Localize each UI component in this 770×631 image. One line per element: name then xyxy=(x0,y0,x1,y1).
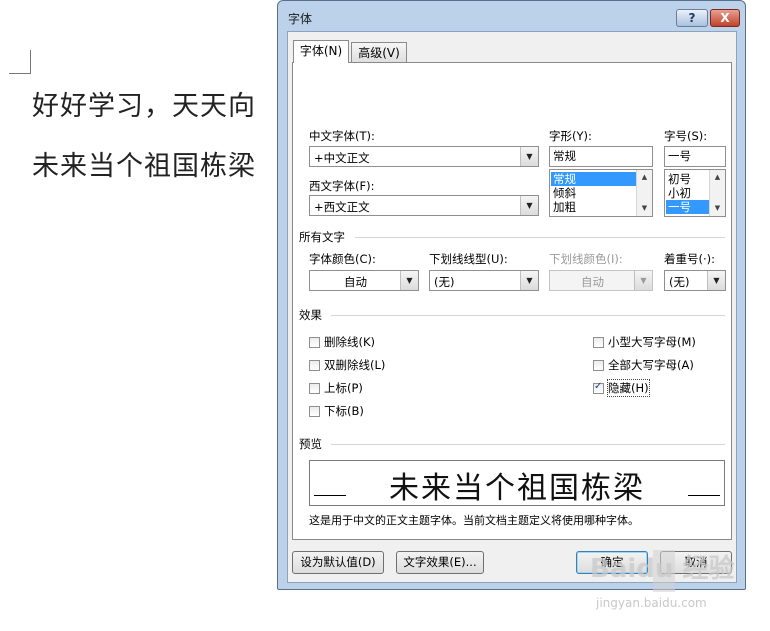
tab-advanced[interactable]: 高级(V) xyxy=(351,42,407,63)
scroll-down-icon[interactable]: ▼ xyxy=(637,201,652,216)
all-caps-label: 全部大写字母(A) xyxy=(608,358,694,372)
close-button[interactable]: X xyxy=(710,9,740,27)
preview-box: 未来当个祖国栋梁 xyxy=(309,460,725,506)
preview-section-label: 预览 xyxy=(299,437,322,451)
chinese-font-label: 中文字体(T): xyxy=(309,129,375,143)
chevron-down-icon[interactable]: ▼ xyxy=(520,271,538,290)
preview-sample-text: 未来当个祖国栋梁 xyxy=(389,471,645,506)
font-style-input[interactable]: 常规 xyxy=(549,146,653,167)
scroll-down-icon[interactable]: ▼ xyxy=(710,201,725,216)
watermark-url: jingyan.baidu.com xyxy=(596,596,707,610)
effects-section-label: 效果 xyxy=(299,308,322,322)
western-font-select[interactable]: +西文正文 ▼ xyxy=(309,195,539,216)
underline-color-value: 自动 xyxy=(581,275,604,289)
font-style-option[interactable]: 加粗 xyxy=(551,200,637,214)
preview-description: 这是用于中文的正文主题字体。当前文档主题定义将使用哪种字体。 xyxy=(309,514,639,527)
subscript-label: 下标(B) xyxy=(324,404,364,418)
font-dialog: 字体 ? X 字体(N) 高级(V) 中文字体(T): +中文正文 ▼ 西文字体… xyxy=(277,0,746,590)
tab-page-font: 中文字体(T): +中文正文 ▼ 西文字体(F): +西文正文 ▼ 字形(Y):… xyxy=(292,62,732,540)
watermark-brand: Baidu 经验 xyxy=(590,554,735,584)
set-default-button[interactable]: 设为默认值(D) xyxy=(292,551,384,574)
underline-color-label: 下划线颜色(I): xyxy=(549,252,623,266)
font-color-value: 自动 xyxy=(344,275,367,289)
crop-mark-horizontal xyxy=(9,73,31,74)
chinese-font-select[interactable]: +中文正文 ▼ xyxy=(309,146,539,167)
emphasis-select[interactable]: (无) ▼ xyxy=(664,270,726,291)
checkbox-box[interactable] xyxy=(309,336,320,348)
checkbox-box[interactable] xyxy=(309,359,320,371)
checkbox-box[interactable] xyxy=(593,336,604,348)
font-size-input[interactable]: 一号 xyxy=(664,146,726,167)
font-size-option[interactable]: 一号 xyxy=(666,200,710,214)
underline-style-value: (无) xyxy=(434,275,455,289)
chevron-down-icon: ▼ xyxy=(634,271,652,290)
all-caps-checkbox[interactable]: 全部大写字母(A) xyxy=(593,357,694,373)
font-color-label: 字体颜色(C): xyxy=(309,252,376,266)
all-text-section-label: 所有文字 xyxy=(299,230,345,244)
double-strikethrough-label: 双删除线(L) xyxy=(324,358,386,372)
section-divider xyxy=(331,315,725,316)
chevron-down-icon[interactable]: ▼ xyxy=(400,271,418,290)
western-font-value: +西文正文 xyxy=(314,200,370,214)
document-line-1: 好好学习，天天向 xyxy=(32,91,256,122)
small-caps-checkbox[interactable]: 小型大写字母(M) xyxy=(593,334,696,350)
font-size-option[interactable]: 初号 xyxy=(666,172,710,186)
strikethrough-checkbox[interactable]: 删除线(K) xyxy=(309,334,375,350)
chevron-down-icon[interactable]: ▼ xyxy=(520,196,538,215)
strikethrough-label: 删除线(K) xyxy=(324,335,376,349)
checkbox-box[interactable] xyxy=(593,359,604,371)
document-line-2: 未来当个祖国栋梁 xyxy=(32,151,256,182)
preview-underline-right xyxy=(688,495,720,496)
scrollbar[interactable]: ▲ ▼ xyxy=(709,170,725,216)
font-color-select[interactable]: 自动 ▼ xyxy=(309,270,419,291)
dialog-title: 字体 xyxy=(288,12,313,26)
section-divider xyxy=(331,444,725,445)
superscript-checkbox[interactable]: 上标(P) xyxy=(309,380,363,396)
checkbox-box[interactable] xyxy=(309,382,320,394)
checkbox-box[interactable] xyxy=(309,405,320,417)
font-size-label: 字号(S): xyxy=(664,129,708,143)
font-style-option[interactable]: 常规 xyxy=(551,172,637,186)
text-effects-button[interactable]: 文字效果(E)... xyxy=(396,551,484,574)
checkmark-icon: ✓ xyxy=(594,380,603,392)
emphasis-label: 着重号(·): xyxy=(664,252,716,266)
help-button[interactable]: ? xyxy=(676,9,708,27)
scrollbar[interactable]: ▲ ▼ xyxy=(636,170,652,216)
emphasis-value: (无) xyxy=(669,275,690,289)
checkbox-box[interactable]: ✓ xyxy=(593,380,604,394)
font-style-label: 字形(Y): xyxy=(549,129,592,143)
western-font-label: 西文字体(F): xyxy=(309,179,375,193)
underline-color-select: 自动 ▼ xyxy=(549,270,653,291)
chinese-font-value: +中文正文 xyxy=(314,151,370,165)
underline-style-label: 下划线线型(U): xyxy=(429,252,508,266)
font-style-list[interactable]: 常规 倾斜 加粗 ▲ ▼ xyxy=(549,169,653,217)
subscript-checkbox[interactable]: 下标(B) xyxy=(309,403,364,419)
hidden-label: 隐藏(H) xyxy=(607,379,650,397)
font-style-option[interactable]: 倾斜 xyxy=(551,186,637,200)
section-divider xyxy=(355,237,725,238)
tab-font[interactable]: 字体(N) xyxy=(293,40,349,63)
superscript-label: 上标(P) xyxy=(324,381,363,395)
chevron-down-icon[interactable]: ▼ xyxy=(707,271,725,290)
hidden-checkbox[interactable]: ✓ 隐藏(H) xyxy=(593,379,650,397)
scroll-up-icon[interactable]: ▲ xyxy=(710,170,725,185)
chevron-down-icon[interactable]: ▼ xyxy=(520,147,538,166)
scroll-up-icon[interactable]: ▲ xyxy=(637,170,652,185)
font-size-option[interactable]: 小初 xyxy=(666,186,710,200)
font-size-list[interactable]: 初号 小初 一号 ▲ ▼ xyxy=(664,169,726,217)
double-strikethrough-checkbox[interactable]: 双删除线(L) xyxy=(309,357,385,373)
underline-style-select[interactable]: (无) ▼ xyxy=(429,270,539,291)
dialog-client: 字体(N) 高级(V) 中文字体(T): +中文正文 ▼ 西文字体(F): +西… xyxy=(287,31,737,583)
small-caps-label: 小型大写字母(M) xyxy=(608,335,696,349)
crop-mark-vertical xyxy=(30,50,31,74)
